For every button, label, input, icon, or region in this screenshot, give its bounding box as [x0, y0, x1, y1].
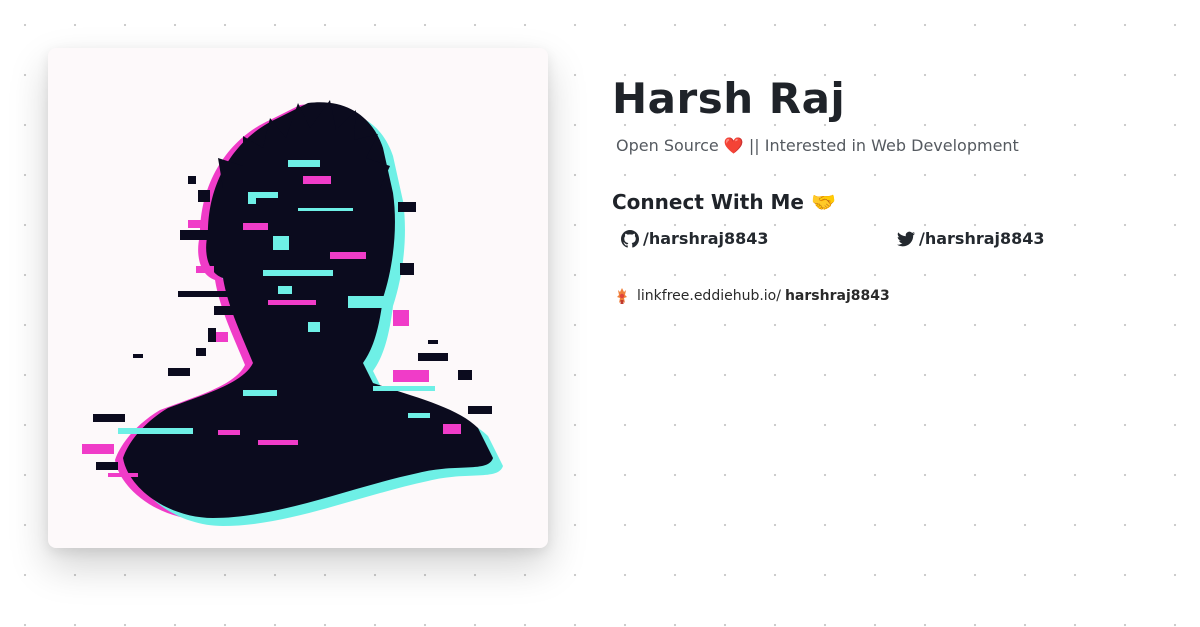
- twitter-label: /harshraj8843: [919, 229, 1045, 248]
- linkfree-prefix: linkfree.eddiehub.io/: [637, 288, 781, 304]
- twitter-link[interactable]: /harshraj8843: [897, 228, 1045, 250]
- linkfree-username: harshraj8843: [784, 288, 890, 304]
- linkfree-logo-icon: [612, 286, 632, 306]
- linkfree-link[interactable]: linkfree.eddiehub.io/ harshraj8843: [612, 286, 1172, 306]
- github-link[interactable]: /harshraj8843: [621, 228, 897, 250]
- github-icon: [621, 230, 639, 248]
- social-links: /harshraj8843 /harshraj8843: [612, 228, 1172, 250]
- github-label: /harshraj8843: [643, 229, 769, 248]
- glitch-portrait-avatar: [82, 100, 503, 526]
- profile-info: Harsh Raj Open Source ❤️ || Interested i…: [612, 70, 1172, 306]
- profile-name: Harsh Raj: [612, 74, 846, 123]
- twitter-icon: [897, 230, 915, 248]
- profile-bio: Open Source ❤️ || Interested in Web Deve…: [616, 136, 1019, 155]
- avatar: [48, 48, 548, 548]
- connect-heading: Connect With Me 🤝: [612, 190, 836, 214]
